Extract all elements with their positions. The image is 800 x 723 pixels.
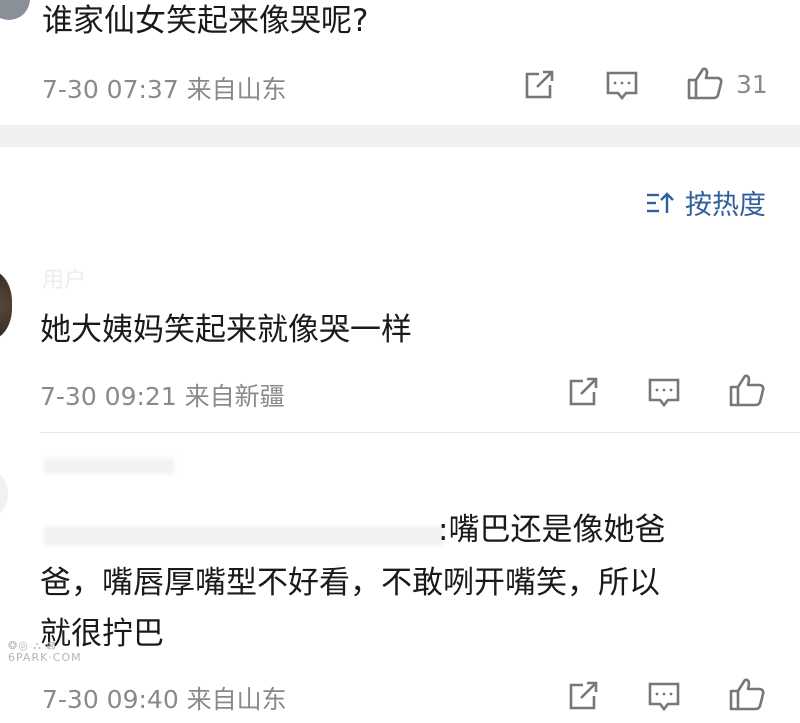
comment-icon[interactable] bbox=[602, 67, 642, 103]
comment-meta: 7-30 07:37 来自山东 bbox=[42, 75, 287, 104]
like-icon[interactable] bbox=[727, 676, 767, 712]
sort-label: 按热度 bbox=[685, 190, 766, 221]
watermark: ❂◎ ⛬ ⊠ 6PARK·COM bbox=[8, 639, 82, 665]
comment-meta: 7-30 09:40 来自山东 bbox=[42, 685, 287, 714]
comment-icon[interactable] bbox=[644, 374, 684, 410]
like-icon[interactable] bbox=[685, 65, 725, 101]
avatar[interactable] bbox=[0, 470, 8, 518]
comment-text: 谁家仙女笑起来像哭呢? bbox=[42, 3, 369, 39]
avatar[interactable] bbox=[0, 0, 30, 20]
username[interactable] bbox=[44, 458, 174, 474]
like-icon[interactable] bbox=[727, 372, 767, 408]
share-icon[interactable] bbox=[519, 67, 559, 103]
username[interactable]: 用户 bbox=[42, 262, 86, 294]
avatar[interactable] bbox=[0, 270, 12, 340]
comment-icon[interactable] bbox=[644, 678, 684, 714]
share-icon[interactable] bbox=[563, 678, 603, 714]
like-count: 31 bbox=[736, 70, 768, 99]
comment-text: :嘴巴还是像她爸 bbox=[438, 512, 666, 548]
sort-by-hot-button[interactable]: 按热度 bbox=[645, 183, 766, 222]
section-separator bbox=[0, 125, 800, 147]
comment-text: 爸，嘴唇厚嘴型不好看，不敢咧开嘴笑，所以 bbox=[40, 565, 660, 601]
share-icon[interactable] bbox=[563, 374, 603, 410]
comment-divider bbox=[40, 432, 800, 433]
comment-meta: 7-30 09:21 来自新疆 bbox=[40, 382, 285, 411]
comment-text: 她大姨妈笑起来就像哭一样 bbox=[40, 312, 412, 348]
sort-icon bbox=[645, 190, 675, 216]
reply-mention[interactable] bbox=[44, 526, 444, 546]
